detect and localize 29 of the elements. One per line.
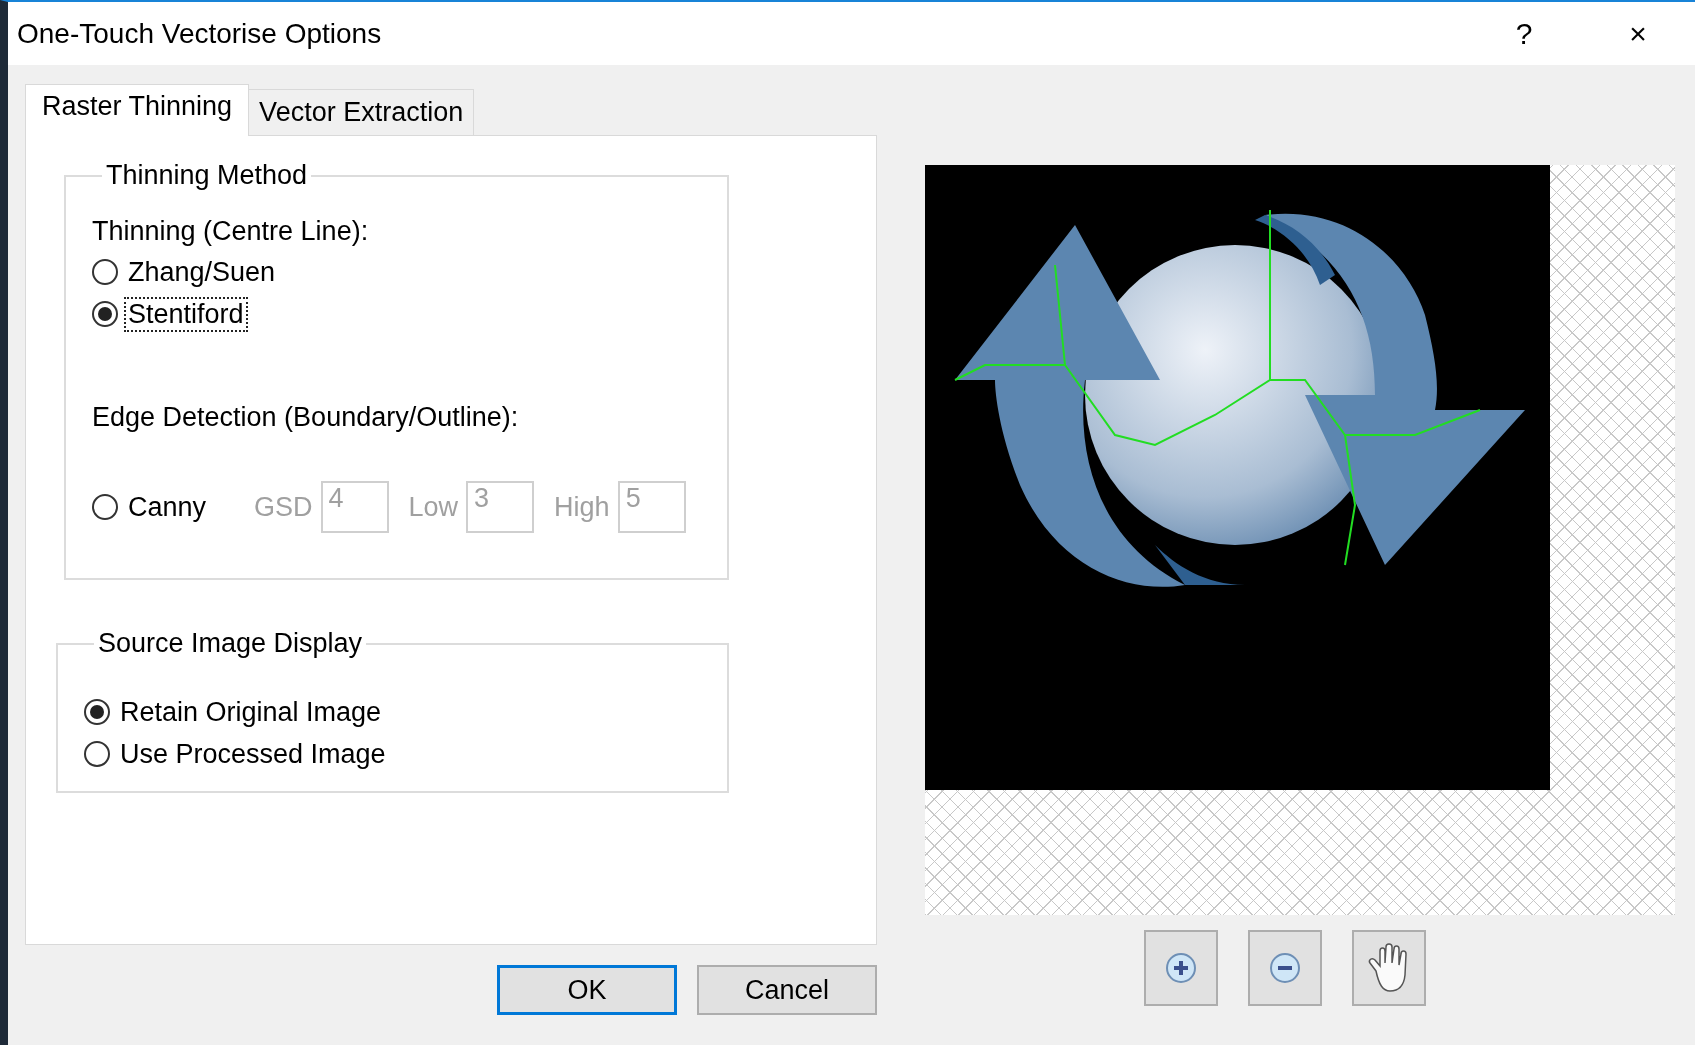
close-button[interactable]: × — [1581, 2, 1695, 65]
section-label: Edge Detection (Boundary/Outline): — [92, 401, 520, 434]
zoom-in-icon — [1164, 951, 1198, 985]
dialog-button[interactable]: OK — [497, 965, 677, 1015]
radio-button[interactable] — [92, 301, 118, 327]
tab[interactable]: Vector Extraction — [248, 89, 475, 135]
field-label: High — [554, 491, 610, 523]
radio-label[interactable]: Stentiford — [124, 296, 248, 332]
tab[interactable]: Raster Thinning — [25, 84, 250, 136]
dialog-button[interactable]: Cancel — [697, 965, 877, 1015]
section-label: Thinning (Centre Line): — [92, 215, 370, 248]
radio-label[interactable]: Use Processed Image — [116, 736, 390, 772]
help-button[interactable]: ? — [1467, 2, 1581, 65]
zoom-out-button[interactable] — [1248, 930, 1322, 1006]
radio-button[interactable] — [92, 259, 118, 285]
radio-label[interactable]: Zhang/Suen — [124, 254, 280, 290]
field-label: GSD — [254, 491, 313, 523]
radio-label[interactable]: Retain Original Image — [116, 694, 386, 730]
radio-button[interactable] — [84, 741, 110, 767]
group-title: Thinning Method — [105, 160, 309, 191]
radio-label[interactable]: Canny — [124, 489, 211, 525]
zoom-out-icon — [1268, 951, 1302, 985]
radio-button[interactable] — [92, 494, 118, 520]
radio-button[interactable] — [84, 699, 110, 725]
window-title: One-Touch Vectorise Options — [17, 17, 382, 50]
field-label: Low — [408, 491, 459, 523]
pan-button[interactable] — [1352, 930, 1426, 1006]
group-title: Source Image Display — [97, 628, 364, 659]
zoom-in-button[interactable] — [1144, 930, 1218, 1006]
